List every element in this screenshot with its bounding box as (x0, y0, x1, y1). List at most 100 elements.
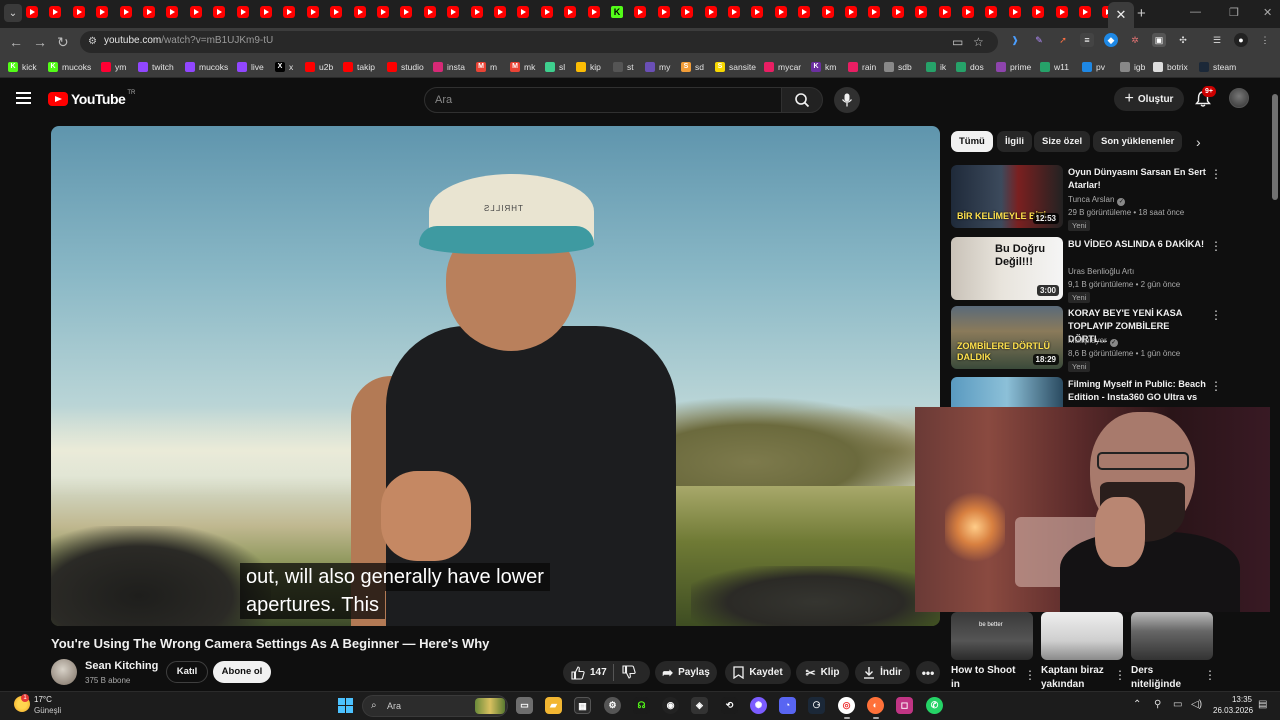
whatsapp-icon[interactable]: ✆ (926, 697, 943, 714)
bookmark-item[interactable]: u2b (305, 60, 333, 74)
tray-chevron-icon[interactable]: ⌃ (1133, 699, 1141, 710)
dislike-button[interactable] (622, 665, 636, 684)
browser-tab-youtube[interactable] (938, 6, 951, 18)
bookmark-item[interactable]: Mmk (510, 60, 535, 74)
notification-center-icon[interactable]: ▤ (1258, 699, 1267, 710)
shorts-thumbnail[interactable] (1131, 612, 1213, 660)
steam-icon[interactable]: ⚆ (808, 697, 825, 714)
shorts-title[interactable]: Kaptanı biraz yakından (1041, 664, 1113, 690)
extension-box-icon[interactable]: ▣ (1152, 33, 1166, 47)
browser-tab-youtube[interactable] (915, 6, 928, 18)
subscribe-button[interactable]: Abone ol (213, 661, 271, 683)
bookmark-item[interactable]: igb (1120, 60, 1145, 74)
browser-tab-youtube[interactable] (166, 6, 179, 18)
browser-tab-youtube[interactable] (1032, 6, 1045, 18)
network-icon[interactable]: ▭ (1173, 699, 1182, 710)
bookmark-item[interactable]: ym (101, 60, 126, 74)
browser-tab-youtube[interactable] (798, 6, 811, 18)
more-actions-button[interactable]: ••• (916, 661, 940, 684)
browser-tab-youtube[interactable] (423, 6, 436, 18)
extension-pen-icon[interactable]: ✎ (1032, 33, 1046, 47)
bookmark-item[interactable]: mucoks (185, 60, 228, 74)
filter-chip[interactable]: Size özel (1034, 131, 1091, 152)
browser-tab-youtube[interactable] (470, 6, 483, 18)
browser-tab-youtube[interactable] (494, 6, 506, 18)
filter-chip[interactable]: Tümü (951, 131, 993, 152)
shorts-thumbnail[interactable] (1041, 612, 1123, 660)
reload-icon[interactable]: ↻ (57, 34, 69, 51)
search-input[interactable]: Ara (424, 87, 782, 113)
extension-db-icon[interactable]: ≡ (1080, 33, 1094, 47)
browser-tab-youtube[interactable] (72, 6, 85, 18)
browser-tab-youtube[interactable] (704, 6, 717, 18)
bookmark-item[interactable]: Kkick (8, 60, 37, 74)
recommendation-card[interactable]: BİR KELİMEYLE BİTİ 12:53 Oyun Dünyasını Sa… (951, 165, 1251, 231)
account-avatar[interactable] (1229, 88, 1249, 108)
share-button[interactable]: ➦ Paylaş (655, 661, 717, 684)
channel-name[interactable]: Sean Kitching (85, 660, 158, 672)
recommendation-card[interactable]: ZOMBİLERE DÖRTLÜ DALDIK 18:29 KORAY BEY'E … (951, 306, 1251, 372)
menu-hamburger-icon[interactable] (16, 92, 31, 104)
browser-tab-youtube[interactable] (564, 6, 577, 18)
active-tab-close-button[interactable]: ✕ (1108, 2, 1134, 28)
site-info-icon[interactable]: ⚙ (88, 36, 100, 48)
more-vertical-icon[interactable]: ⋮ (1210, 167, 1222, 181)
settings-gear-icon[interactable]: ⚙ (604, 697, 621, 714)
bookmark-item[interactable]: mycar (764, 60, 801, 74)
chrome-icon[interactable]: ◎ (838, 697, 855, 714)
maximize-button[interactable]: ❐ (1229, 6, 1239, 19)
browser-tab-youtube[interactable] (891, 6, 904, 18)
browser-tab-youtube[interactable] (1055, 6, 1068, 18)
bookmark-item[interactable]: kip (576, 60, 601, 74)
filter-chip[interactable]: İlgili (997, 131, 1032, 152)
browser-tab-youtube[interactable] (447, 6, 460, 18)
bookmark-item[interactable]: Kmucoks (48, 60, 91, 74)
recommendation-channel[interactable]: Tunca Arslan ✓ (1068, 195, 1126, 206)
browser-tab-youtube[interactable] (540, 6, 553, 18)
browser-tab-youtube[interactable] (143, 6, 155, 18)
browser-tab-youtube[interactable] (96, 6, 109, 18)
clock-date[interactable]: 26.03.2026 (1213, 706, 1253, 715)
reading-list-icon[interactable]: ☰ (1210, 33, 1224, 47)
minimize-button[interactable]: — (1190, 6, 1201, 18)
bookmark-item[interactable]: ik (926, 60, 946, 74)
bookmark-item[interactable]: Xx (275, 60, 293, 74)
shorts-title[interactable]: Ders niteliğinde (1131, 664, 1203, 690)
recommendation-title[interactable]: Oyun Dünyasını Sarsan En Sert Atarlar! (1068, 166, 1206, 192)
filter-chip[interactable]: Son yüklenenler (1093, 131, 1183, 152)
task-view-icon[interactable]: ▭ (516, 697, 533, 714)
shorts-title[interactable]: How to Shoot in (951, 664, 1023, 690)
microphone-tray-icon[interactable]: ⚲ (1154, 699, 1161, 710)
more-vertical-icon[interactable]: ⋮ (1204, 668, 1216, 682)
browser-tab-youtube[interactable] (400, 6, 413, 18)
browser-tab-youtube[interactable] (657, 6, 670, 18)
bookmark-item[interactable]: Ssd (681, 60, 704, 74)
browser-tab-youtube[interactable] (728, 6, 740, 18)
browser-menu-icon[interactable]: ⋮ (1258, 33, 1272, 47)
media-app-icon[interactable]: ⟲ (721, 697, 738, 714)
extension-icon[interactable]: ❱ (1008, 33, 1022, 47)
purple-app-icon[interactable]: ✺ (750, 697, 767, 714)
browser-tab-youtube[interactable] (774, 6, 787, 18)
close-window-button[interactable]: ✕ (1263, 6, 1272, 19)
headset-icon[interactable]: ☊ (633, 697, 650, 714)
bookmark-item[interactable]: Ssansite (715, 60, 756, 74)
page-scrollbar-thumb[interactable] (1272, 94, 1278, 200)
bookmark-item[interactable]: rain (848, 60, 876, 74)
bookmark-item[interactable]: st (613, 60, 634, 74)
browser-tab-youtube[interactable] (26, 6, 38, 18)
browser-tab-youtube[interactable] (962, 6, 974, 18)
browser-tab-youtube[interactable] (821, 6, 834, 18)
bookmark-item[interactable]: sl (545, 60, 565, 74)
browser-tab-youtube[interactable] (283, 6, 296, 18)
back-icon[interactable]: ← (9, 34, 23, 50)
download-button[interactable]: İndir (855, 661, 910, 684)
extension-arrow-icon[interactable]: ➚ (1056, 33, 1070, 47)
recommendation-channel[interactable]: Multiplayer ✓ (1068, 336, 1118, 347)
bookmark-item[interactable]: prime (996, 60, 1031, 74)
browser-tab-youtube[interactable] (634, 6, 647, 18)
join-button[interactable]: Katıl (166, 661, 208, 683)
browser-tab-youtube[interactable] (845, 6, 857, 18)
browser-tab-kick[interactable]: K (611, 6, 623, 18)
extensions-puzzle-icon[interactable]: ✣ (1176, 33, 1190, 47)
